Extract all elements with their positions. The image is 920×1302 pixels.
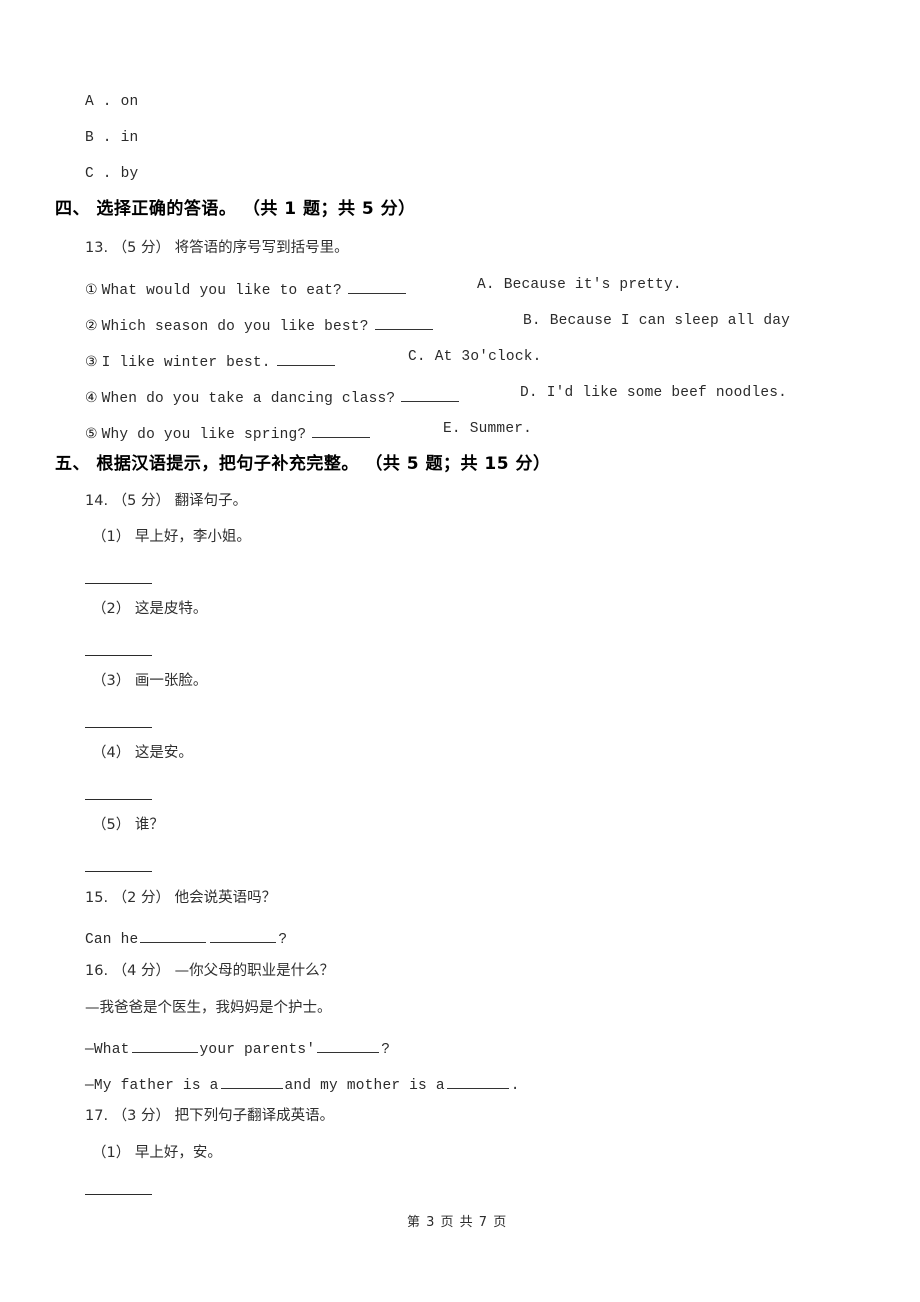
match-item-marker: ⑤ <box>85 426 98 443</box>
match-item-text: What would you like to eat? <box>101 283 342 300</box>
match-item-4: ④ When do you take a dancing class? <box>85 386 461 407</box>
question-13-header: 13. （5 分） 将答语的序号写到括号里。 <box>85 240 349 256</box>
match-option-label: C. <box>408 349 426 365</box>
q16-line4-b: and my mother is a <box>284 1077 445 1094</box>
match-item-1: ① What would you like to eat? <box>85 278 408 299</box>
question-16-header: 16. （4 分） —你父母的职业是什么？ <box>85 963 335 979</box>
match-item-text: Which season do you like best? <box>101 319 369 336</box>
subitem-marker: （3） <box>92 673 131 689</box>
q16-line3-a: —What <box>85 1041 130 1058</box>
q14-answer-line-5[interactable] <box>85 871 152 872</box>
q14-subitem-4: （4） 这是安。 <box>92 746 193 761</box>
subitem-marker: （1） <box>92 1145 131 1161</box>
match-option-label: D. <box>520 385 538 401</box>
match-item-text: When do you take a dancing class? <box>101 391 396 408</box>
q15-blank-2[interactable] <box>210 928 277 943</box>
subitem-marker: （2） <box>92 601 131 617</box>
q16-blank-3[interactable] <box>220 1074 283 1089</box>
q16-line3-c: ? <box>381 1041 391 1058</box>
match-option-d: D. I'd like some beef noodles. <box>520 386 787 401</box>
question-17-header: 17. （3 分） 把下列句子翻译成英语。 <box>85 1108 335 1124</box>
question-14-header: 14. （5 分） 翻译句子。 <box>85 493 248 509</box>
match-option-e: E. Summer. <box>443 422 532 437</box>
subitem-text: 谁？ <box>134 817 164 833</box>
q16-line-2: —我爸爸是个医生，我妈妈是个护士。 <box>85 1000 332 1016</box>
match-option-c: C. At 3o'clock. <box>408 350 542 365</box>
match-option-a: A. Because it's pretty. <box>477 278 682 293</box>
subitem-text: 画一张脸。 <box>134 673 208 689</box>
q14-subitem-5: （5） 谁？ <box>92 818 164 833</box>
q14-subitem-2: （2） 这是皮特。 <box>92 602 207 617</box>
match-item-marker: ① <box>85 282 98 299</box>
subitem-text: 早上好，李小姐。 <box>134 529 251 545</box>
option-a: A . on <box>85 94 139 110</box>
match-item-text: I like winter best. <box>101 355 271 372</box>
q16-blank-2[interactable] <box>317 1038 380 1053</box>
q14-subitem-3: （3） 画一张脸。 <box>92 674 207 689</box>
match-option-text: Because it's pretty. <box>503 277 682 293</box>
match-option-b: B. Because I can sleep all day <box>523 314 790 329</box>
q16-blank-1[interactable] <box>131 1038 198 1053</box>
match-item-2: ② Which season do you like best? <box>85 314 435 335</box>
q16-line-4: —My father is a and my mother is a. <box>85 1074 520 1094</box>
subitem-text: 这是皮特。 <box>134 601 208 617</box>
subitem-text: 早上好，安。 <box>134 1145 222 1161</box>
q15-suffix: ? <box>278 931 288 948</box>
exam-page: A . on B . in C . by 四、 选择正确的答语。 （共 1 题；… <box>0 0 920 1302</box>
page-footer: 第 3 页 共 7 页 <box>407 1215 508 1230</box>
match-option-label: B. <box>523 313 541 329</box>
match-option-text: At 3o'clock. <box>434 349 542 365</box>
match-option-label: E. <box>443 421 461 437</box>
q16-line4-c: . <box>510 1077 520 1094</box>
q14-answer-line-4[interactable] <box>85 799 152 800</box>
subitem-text: 这是安。 <box>134 745 193 761</box>
q17-subitem-1: （1） 早上好，安。 <box>92 1146 222 1161</box>
match-option-text: I'd like some beef noodles. <box>546 385 788 401</box>
match-answer-blank[interactable] <box>374 314 433 331</box>
match-option-text: Summer. <box>469 421 533 437</box>
match-item-3: ③ I like winter best. <box>85 350 337 371</box>
q16-line3-b: your parents' <box>199 1041 316 1058</box>
q16-line-3: —What your parents'? <box>85 1038 391 1058</box>
match-answer-blank[interactable] <box>276 350 335 367</box>
match-item-marker: ④ <box>85 390 98 407</box>
subitem-marker: （5） <box>92 817 131 833</box>
subitem-marker: （1） <box>92 529 131 545</box>
match-option-label: A. <box>477 277 495 293</box>
match-answer-blank[interactable] <box>347 278 406 295</box>
q15-prefix: Can he <box>85 931 139 948</box>
q14-answer-line-3[interactable] <box>85 727 152 728</box>
question-15-header: 15. （2 分） 他会说英语吗？ <box>85 890 277 906</box>
q17-answer-line-1[interactable] <box>85 1194 152 1195</box>
match-option-text: Because I can sleep all day <box>549 313 791 329</box>
q14-answer-line-1[interactable] <box>85 583 152 584</box>
q15-answer-line: Can he? <box>85 928 288 948</box>
subitem-marker: （4） <box>92 745 131 761</box>
q14-subitem-1: （1） 早上好，李小姐。 <box>92 530 251 545</box>
q14-answer-line-2[interactable] <box>85 655 152 656</box>
match-answer-blank[interactable] <box>401 386 460 403</box>
q16-line4-a: —My father is a <box>85 1077 219 1094</box>
q16-blank-4[interactable] <box>446 1074 509 1089</box>
option-b: B . in <box>85 130 139 146</box>
q15-blank-1[interactable] <box>140 928 207 943</box>
match-answer-blank[interactable] <box>312 422 371 439</box>
match-item-marker: ③ <box>85 354 98 371</box>
section-heading-5: 五、 根据汉语提示，把句子补充完整。 （共 5 题；共 15 分） <box>55 454 551 474</box>
section-heading-4: 四、 选择正确的答语。 （共 1 题；共 5 分） <box>55 199 416 219</box>
match-item-marker: ② <box>85 318 98 335</box>
option-c: C . by <box>85 166 139 182</box>
match-item-5: ⑤ Why do you like spring? <box>85 422 372 443</box>
match-item-text: Why do you like spring? <box>101 427 307 444</box>
